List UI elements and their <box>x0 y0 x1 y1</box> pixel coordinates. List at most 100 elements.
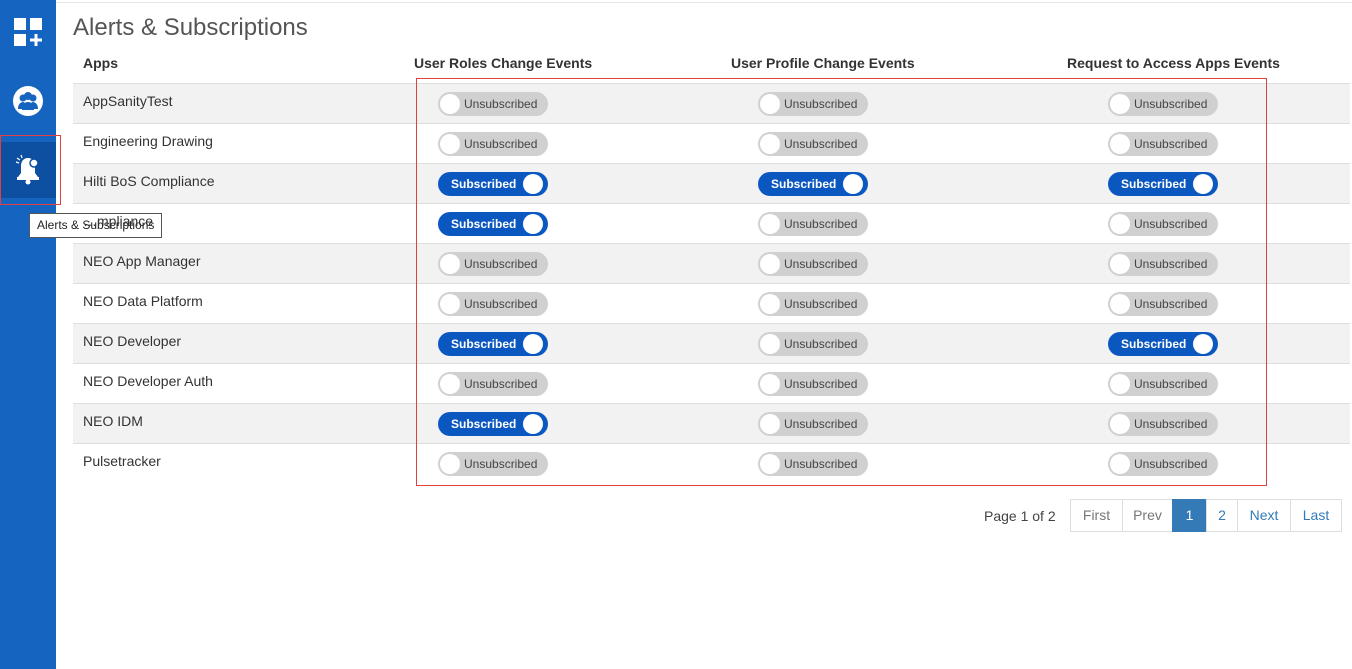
user-profile-subscription-toggle[interactable]: Unsubscribed <box>758 452 868 476</box>
toggle-knob <box>760 94 780 114</box>
pagination-next-button[interactable]: Next <box>1237 499 1291 532</box>
table-row: NEO App Manager Unsubscribed Unsubscribed U… <box>73 243 1350 283</box>
toggle-knob <box>760 134 780 154</box>
user-profile-subscription-toggle[interactable]: Unsubscribed <box>758 252 868 276</box>
request-access-subscription-toggle[interactable]: Unsubscribed <box>1108 252 1218 276</box>
toggle-label: Unsubscribed <box>464 137 538 151</box>
user-profile-subscription-toggle[interactable]: Unsubscribed <box>758 212 868 236</box>
toggle-label: Unsubscribed <box>784 337 858 351</box>
table-row: NEO IDM Subscribed Unsubscribed Unsubscribe… <box>73 403 1350 443</box>
pagination-prev-button[interactable]: Prev <box>1122 499 1173 532</box>
user-profile-subscription-toggle[interactable]: Unsubscribed <box>758 92 868 116</box>
subscriptions-table: AppSanityTest Unsubscribed Unsubscribed Uns… <box>73 83 1350 483</box>
column-header-request-access: Request to Access Apps Events <box>1067 55 1280 71</box>
toggle-knob <box>523 334 543 354</box>
toggle-knob <box>760 254 780 274</box>
request-access-subscription-toggle[interactable]: Subscribed <box>1108 332 1218 356</box>
column-header-apps: Apps <box>83 55 118 71</box>
user-roles-subscription-toggle[interactable]: Unsubscribed <box>438 252 548 276</box>
toggle-knob <box>1110 294 1130 314</box>
sidebar-item-alerts[interactable] <box>0 142 56 198</box>
app-name: Pulsetracker <box>83 453 161 469</box>
table-row: AppSanityTest Unsubscribed Unsubscribed Uns… <box>73 83 1350 123</box>
user-profile-subscription-toggle[interactable]: Unsubscribed <box>758 132 868 156</box>
page-title: Alerts & Subscriptions <box>73 14 308 41</box>
table-row: Hilti BoS Compliance Subscribed Subscribed… <box>73 163 1350 203</box>
toggle-label: Unsubscribed <box>1134 297 1208 311</box>
user-profile-subscription-toggle[interactable]: Unsubscribed <box>758 372 868 396</box>
toggle-knob <box>1193 174 1213 194</box>
pagination: First Prev 1 2 Next Last <box>1070 499 1342 532</box>
pagination-last-button[interactable]: Last <box>1290 499 1342 532</box>
request-access-subscription-toggle[interactable]: Unsubscribed <box>1108 212 1218 236</box>
toggle-label: Unsubscribed <box>784 457 858 471</box>
sidebar-item-apps[interactable] <box>0 4 56 60</box>
toggle-label: Subscribed <box>1121 177 1187 191</box>
pagination-page-1[interactable]: 1 <box>1172 499 1207 532</box>
request-access-subscription-toggle[interactable]: Unsubscribed <box>1108 292 1218 316</box>
user-roles-subscription-toggle[interactable]: Subscribed <box>438 412 548 436</box>
toggle-knob <box>440 294 460 314</box>
bell-icon <box>15 154 39 185</box>
users-group-icon <box>13 86 43 116</box>
toggle-label: Subscribed <box>451 417 517 431</box>
table-row: NEO Developer Subscribed Unsubscribed Subsc… <box>73 323 1350 363</box>
toggle-label: Unsubscribed <box>784 217 858 231</box>
toggle-knob <box>760 374 780 394</box>
app-name: AppSanityTest <box>83 93 173 109</box>
user-roles-subscription-toggle[interactable]: Unsubscribed <box>438 132 548 156</box>
toggle-knob <box>760 334 780 354</box>
toggle-label: Subscribed <box>451 217 517 231</box>
toggle-knob <box>760 294 780 314</box>
toggle-label: Unsubscribed <box>464 97 538 111</box>
toggle-label: Unsubscribed <box>784 297 858 311</box>
user-roles-subscription-toggle[interactable]: Subscribed <box>438 212 548 236</box>
toggle-label: Unsubscribed <box>1134 217 1208 231</box>
user-roles-subscription-toggle[interactable]: Subscribed <box>438 332 548 356</box>
toggle-knob <box>523 174 543 194</box>
pagination-first-button[interactable]: First <box>1070 499 1123 532</box>
toggle-label: Unsubscribed <box>1134 97 1208 111</box>
request-access-subscription-toggle[interactable]: Unsubscribed <box>1108 92 1218 116</box>
toggle-knob <box>1110 214 1130 234</box>
user-roles-subscription-toggle[interactable]: Subscribed <box>438 172 548 196</box>
toggle-label: Subscribed <box>451 177 517 191</box>
page-info: Page 1 of 2 <box>984 508 1056 524</box>
toggle-knob <box>440 374 460 394</box>
app-name: NEO IDM <box>83 413 143 429</box>
request-access-subscription-toggle[interactable]: Unsubscribed <box>1108 372 1218 396</box>
pagination-page-2[interactable]: 2 <box>1206 499 1238 532</box>
user-profile-subscription-toggle[interactable]: Subscribed <box>758 172 868 196</box>
app-name: Engineering Drawing <box>83 133 213 149</box>
toggle-knob <box>1110 254 1130 274</box>
sidebar-item-users[interactable] <box>0 73 56 129</box>
user-profile-subscription-toggle[interactable]: Unsubscribed <box>758 292 868 316</box>
request-access-subscription-toggle[interactable]: Subscribed <box>1108 172 1218 196</box>
toggle-knob <box>1193 334 1213 354</box>
toggle-label: Unsubscribed <box>784 417 858 431</box>
table-row: …mpliance Subscribed Unsubscribed Unsubscri… <box>73 203 1350 243</box>
toggle-knob <box>843 174 863 194</box>
request-access-subscription-toggle[interactable]: Unsubscribed <box>1108 132 1218 156</box>
user-profile-subscription-toggle[interactable]: Unsubscribed <box>758 412 868 436</box>
request-access-subscription-toggle[interactable]: Unsubscribed <box>1108 452 1218 476</box>
toggle-knob <box>523 214 543 234</box>
toggle-knob <box>1110 134 1130 154</box>
toggle-label: Unsubscribed <box>464 257 538 271</box>
toggle-knob <box>1110 414 1130 434</box>
toggle-knob <box>760 414 780 434</box>
request-access-subscription-toggle[interactable]: Unsubscribed <box>1108 412 1218 436</box>
toggle-label: Unsubscribed <box>784 257 858 271</box>
toggle-label: Unsubscribed <box>464 457 538 471</box>
toggle-label: Unsubscribed <box>784 377 858 391</box>
user-roles-subscription-toggle[interactable]: Unsubscribed <box>438 372 548 396</box>
app-name: NEO Developer <box>83 333 182 349</box>
user-roles-subscription-toggle[interactable]: Unsubscribed <box>438 292 548 316</box>
app-name: NEO Data Platform <box>83 293 203 309</box>
toggle-knob <box>440 454 460 474</box>
toggle-knob <box>760 454 780 474</box>
user-roles-subscription-toggle[interactable]: Unsubscribed <box>438 92 548 116</box>
user-roles-subscription-toggle[interactable]: Unsubscribed <box>438 452 548 476</box>
toggle-label: Subscribed <box>771 177 837 191</box>
user-profile-subscription-toggle[interactable]: Unsubscribed <box>758 332 868 356</box>
